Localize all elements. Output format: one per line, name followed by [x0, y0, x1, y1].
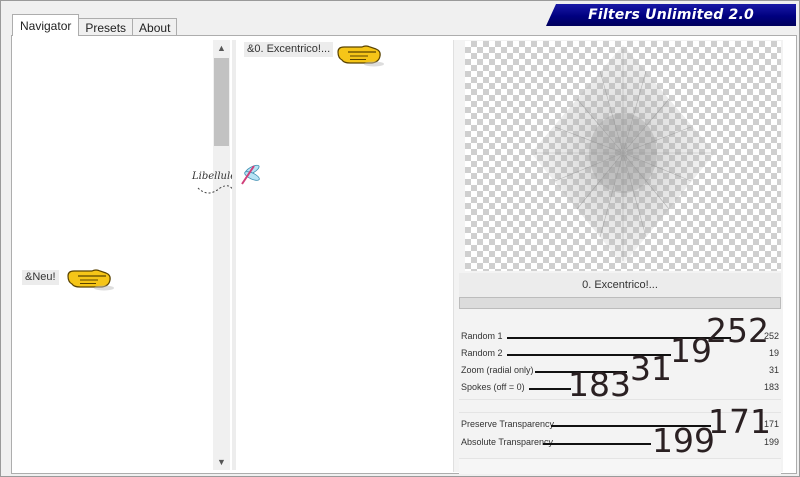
tab-presets[interactable]: Presets	[78, 18, 134, 36]
annotation-random-2: 19	[670, 331, 712, 370]
param-label: Preserve Transparency	[461, 419, 555, 429]
param-label: Absolute Transparency	[461, 437, 554, 447]
param-value[interactable]: 19	[769, 348, 779, 358]
annotation-line	[529, 388, 571, 390]
scroll-up-icon[interactable]: ▲	[213, 40, 230, 56]
annotation-spokes: 183	[568, 365, 631, 404]
progress-bar	[459, 297, 781, 309]
param-label: Spokes (off = 0)	[461, 382, 525, 392]
annotation-line	[543, 443, 651, 445]
bottom-panel	[459, 458, 781, 474]
param-label: Zoom (radial only)	[461, 365, 534, 375]
param-value[interactable]: 183	[764, 382, 779, 392]
pointing-hand-icon	[67, 269, 114, 291]
annotation-zoom: 31	[630, 349, 672, 388]
scroll-thumb[interactable]	[214, 58, 229, 146]
category-scrollbar[interactable]: ▲ ▼	[213, 40, 230, 470]
tab-navigator[interactable]: Navigator	[12, 14, 80, 36]
filter-name-bar: 0. Excentrico!...	[459, 273, 781, 297]
category-item-neu[interactable]: &Neu!	[22, 270, 59, 285]
filter-item-excentrico[interactable]: &0. Excentrico!...	[244, 42, 334, 57]
param-value[interactable]: 31	[769, 365, 779, 375]
pointing-hand-icon	[337, 45, 384, 67]
annotation-preserve-transparency: 171	[708, 402, 771, 441]
tab-about[interactable]: About	[132, 18, 178, 36]
libellule-watermark: Libellule	[190, 158, 262, 200]
annotation-random-1: 252	[706, 311, 769, 350]
watermark-text: Libellule	[192, 171, 237, 182]
category-list[interactable]: &Neu!	[12, 36, 212, 470]
param-label: Random 2	[461, 348, 503, 358]
tab-bar: Navigator Presets About	[12, 14, 178, 36]
preview-image	[465, 41, 781, 271]
app-title-banner: Filters Unlimited 2.0	[546, 4, 796, 26]
preview-diamond-pattern	[531, 45, 715, 265]
list-divider	[232, 40, 236, 470]
scroll-down-icon[interactable]: ▼	[213, 454, 230, 470]
annotation-absolute-transparency: 199	[652, 421, 715, 460]
param-label: Random 1	[461, 331, 503, 341]
